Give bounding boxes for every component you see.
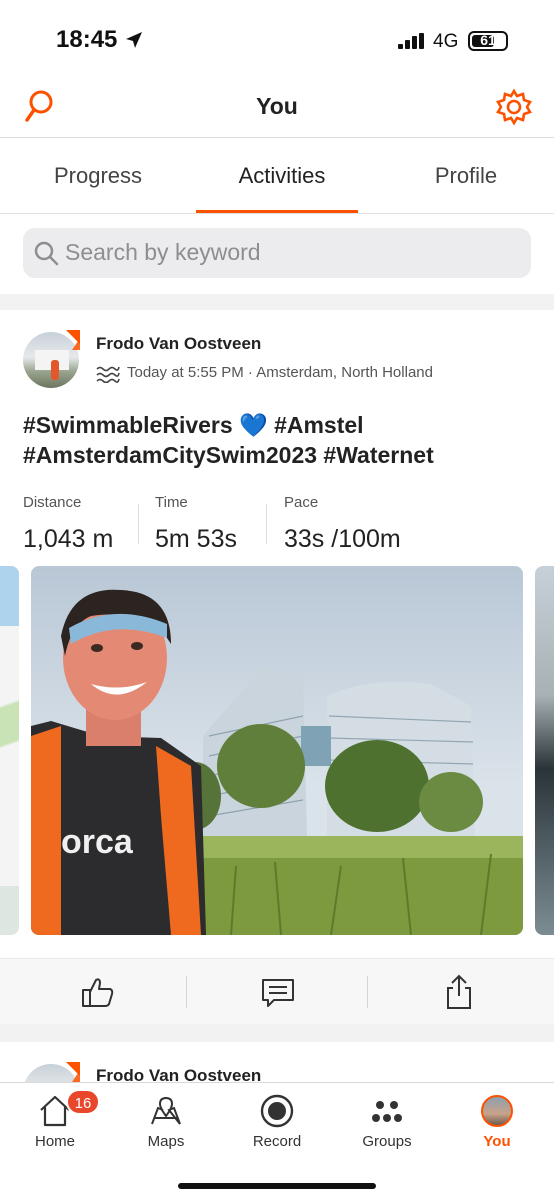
network-type: 4G bbox=[433, 31, 459, 52]
nav-record[interactable]: Record bbox=[222, 1083, 332, 1163]
nav-label: Record bbox=[252, 1133, 302, 1150]
location-arrow-icon bbox=[126, 32, 142, 48]
strava-badge-icon bbox=[66, 1062, 80, 1082]
tab-progress[interactable]: Progress bbox=[8, 138, 188, 214]
nav-label: You bbox=[483, 1133, 511, 1150]
nav-home[interactable]: 16 Home bbox=[0, 1083, 110, 1163]
comment-button[interactable] bbox=[185, 959, 370, 1025]
athlete-name[interactable]: Frodo Van Oostveen bbox=[96, 334, 261, 354]
battery-level: 61 bbox=[480, 32, 496, 48]
tab-profile[interactable]: Profile bbox=[378, 138, 554, 214]
activity-photo[interactable]: orca bbox=[31, 566, 523, 935]
activity-meta: Today at 5:55 PM · Amsterdam, North Holl… bbox=[127, 364, 433, 381]
page-title: You bbox=[256, 93, 298, 119]
stat-label: Pace bbox=[284, 494, 319, 511]
wetsuit-logo: orca bbox=[61, 823, 134, 861]
divider bbox=[266, 504, 267, 544]
battery-icon: 61 bbox=[468, 31, 508, 51]
search-field[interactable]: Search by keyword bbox=[23, 228, 531, 278]
activity-card[interactable]: Frodo Van Oostveen Today at 5:55 PM · Am… bbox=[0, 310, 554, 1024]
groups-icon bbox=[372, 1101, 402, 1122]
app-header: You bbox=[0, 78, 554, 138]
divider bbox=[138, 504, 139, 544]
gear-icon[interactable] bbox=[494, 87, 534, 127]
stat-time: Time 5m 53s bbox=[155, 494, 237, 554]
stat-label: Distance bbox=[23, 494, 82, 511]
cellular-signal-icon bbox=[398, 33, 424, 49]
nav-you[interactable]: You bbox=[442, 1083, 552, 1163]
search-icon bbox=[34, 241, 59, 266]
media-carousel[interactable]: orca bbox=[0, 566, 554, 935]
swim-icon bbox=[96, 366, 120, 383]
stat-label: Time bbox=[155, 494, 188, 511]
status-bar: 18:45 4G 61 bbox=[0, 0, 554, 78]
activity-title[interactable]: #SwimmableRivers 💙 #Amstel #AmsterdamCit… bbox=[23, 410, 543, 470]
stat-pace: Pace 33s /100m bbox=[284, 494, 401, 554]
share-button[interactable] bbox=[366, 959, 551, 1025]
activity-photo-next[interactable] bbox=[535, 566, 554, 935]
like-icon bbox=[81, 978, 113, 1007]
map-icon bbox=[151, 1096, 181, 1125]
activity-actions bbox=[0, 958, 554, 1024]
record-icon bbox=[260, 1094, 294, 1128]
comment-icon bbox=[261, 979, 294, 1007]
search-area: Search by keyword bbox=[0, 214, 554, 294]
nav-maps[interactable]: Maps bbox=[111, 1083, 221, 1163]
nav-label: Maps bbox=[147, 1133, 185, 1150]
stat-distance: Distance 1,043 m bbox=[23, 494, 113, 554]
strava-badge-icon bbox=[66, 330, 80, 350]
tab-bar: Progress Activities Profile bbox=[0, 138, 554, 214]
nav-label: Home bbox=[34, 1133, 75, 1150]
tab-selected-indicator bbox=[196, 210, 358, 213]
kudos-button[interactable] bbox=[4, 959, 189, 1025]
route-map-thumbnail[interactable] bbox=[0, 566, 19, 935]
athlete-name[interactable]: Frodo Van Oostveen bbox=[96, 1066, 261, 1082]
stat-value: 33s /100m bbox=[284, 525, 401, 553]
search-input[interactable]: Search by keyword bbox=[65, 239, 261, 266]
bottom-nav: 16 Home Maps Record Groups You bbox=[0, 1082, 554, 1200]
stat-value: 5m 53s bbox=[155, 525, 237, 553]
tab-activities[interactable]: Activities bbox=[196, 138, 368, 214]
share-icon bbox=[446, 974, 471, 1009]
nav-groups[interactable]: Groups bbox=[332, 1083, 442, 1163]
avatar bbox=[481, 1095, 513, 1127]
activity-card[interactable]: Frodo Van Oostveen bbox=[0, 1042, 554, 1082]
stat-value: 1,043 m bbox=[23, 525, 114, 553]
notification-badge: 16 bbox=[66, 1089, 100, 1115]
home-indicator[interactable] bbox=[178, 1183, 376, 1189]
nav-label: Groups bbox=[362, 1133, 412, 1150]
status-time: 18:45 bbox=[56, 26, 118, 53]
